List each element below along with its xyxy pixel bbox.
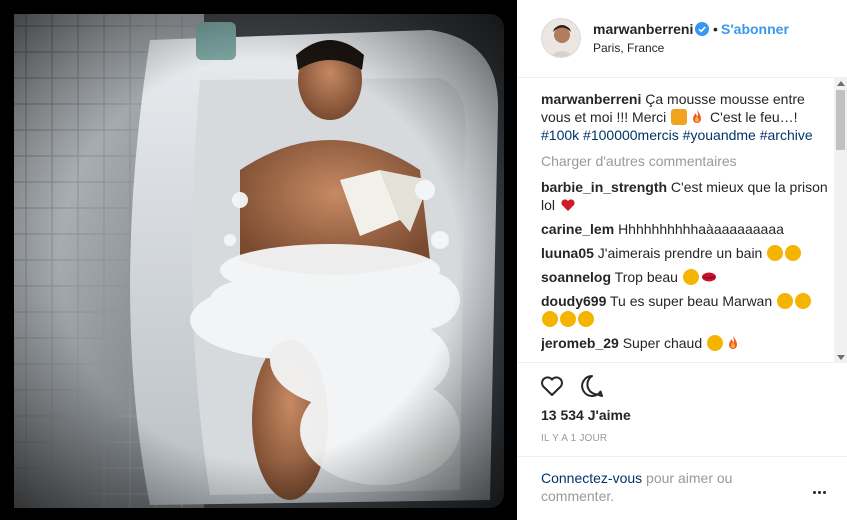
post-timestamp[interactable]: IL Y A 1 JOUR	[541, 433, 607, 444]
comment-username[interactable]: doudy699	[541, 293, 606, 309]
post-actions: 13 534 J'aime IL Y A 1 JOUR	[517, 362, 847, 462]
fire-emoji-icon	[689, 109, 705, 125]
comment-bubble-icon[interactable]	[579, 373, 605, 399]
heart-eyes-emoji-icon	[542, 311, 558, 327]
post-header: marwanberreni • S'abonner Paris, France	[517, 0, 847, 78]
hashtag[interactable]: #100000mercis	[583, 127, 679, 143]
post-photo[interactable]	[0, 0, 517, 520]
comment-text: Super chaud	[622, 335, 703, 351]
kiss-emoji-icon	[682, 269, 699, 285]
login-link[interactable]: Connectez-vous	[541, 470, 642, 486]
yum-emoji-icon	[785, 245, 802, 261]
instagram-post: marwanberreni • S'abonner Paris, France …	[0, 0, 847, 520]
caption: marwanberreni Ça mousse mousse entre vou…	[541, 90, 831, 144]
lips-emoji-icon	[701, 269, 717, 285]
likes-count[interactable]: 13 534 J'aime	[541, 407, 631, 423]
header-separator: •	[713, 21, 718, 37]
sweat-smile-emoji-icon	[767, 245, 784, 261]
comment-item: luuna05 J'aimerais prendre un bain	[541, 244, 831, 262]
comment-text: J'aimerais prendre un bain	[597, 245, 763, 261]
scroll-up-arrow-icon[interactable]	[837, 81, 845, 86]
comment-username[interactable]: carine_lem	[541, 221, 614, 237]
heart-eyes-emoji-icon	[777, 293, 794, 309]
verified-badge-icon	[695, 22, 709, 36]
more-options-icon[interactable]	[813, 481, 829, 494]
bathtub-photo	[0, 0, 517, 520]
comments-scrollbar[interactable]	[834, 78, 847, 363]
comment-text: Tu es super beau Marwan	[610, 293, 773, 309]
post-footer: Connectez-vous pour aimer ou commenter.	[517, 456, 847, 520]
fire-emoji-icon	[725, 335, 741, 351]
post-location[interactable]: Paris, France	[593, 41, 664, 55]
follow-button[interactable]: S'abonner	[721, 21, 789, 37]
hashtag[interactable]: #youandme	[683, 127, 756, 143]
comment-text: Hhhhhhhhhhaàaaaaaaaaa	[618, 221, 784, 237]
heart-outline-icon[interactable]	[539, 373, 565, 399]
login-prompt: Connectez-vous pour aimer ou commenter.	[541, 469, 791, 505]
comments-list: marwanberreni Ça mousse mousse entre vou…	[541, 90, 831, 362]
post-side-panel: marwanberreni • S'abonner Paris, France …	[517, 0, 847, 520]
heart-emoji-icon	[560, 197, 576, 213]
comment-item: soannelog Trop beau	[541, 268, 831, 286]
yum-emoji-icon	[707, 335, 724, 351]
heart-eyes-emoji-icon	[795, 293, 812, 309]
comment-username[interactable]: soannelog	[541, 269, 611, 285]
hashtag[interactable]: #100k	[541, 127, 579, 143]
heart-eyes-emoji-icon	[560, 311, 576, 327]
caption-username[interactable]: marwanberreni	[541, 91, 641, 107]
header-username[interactable]: marwanberreni	[593, 21, 693, 37]
comment-item: jeromeb_29 Super chaud	[541, 334, 831, 352]
raised-hands-emoji-icon	[671, 109, 688, 125]
comment-item: doudy699 Tu es super beau Marwan	[541, 292, 831, 328]
scrollbar-thumb[interactable]	[836, 90, 845, 150]
heart-eyes-emoji-icon	[578, 311, 594, 327]
scroll-down-arrow-icon[interactable]	[837, 355, 845, 360]
hashtag[interactable]: #archive	[760, 127, 813, 143]
comment-username[interactable]: barbie_in_strength	[541, 179, 667, 195]
comment-item: carine_lem Hhhhhhhhhhaàaaaaaaaaa	[541, 220, 831, 238]
load-more-comments-button[interactable]: Charger d'autres commentaires	[541, 152, 831, 170]
comment-item: barbie_in_strength C'est mieux que la pr…	[541, 178, 831, 214]
caption-text-2: C'est le feu…!	[710, 109, 798, 125]
comment-text: Trop beau	[614, 269, 678, 285]
comment-username[interactable]: jeromeb_29	[541, 335, 619, 351]
avatar[interactable]	[541, 18, 581, 58]
comment-username[interactable]: luuna05	[541, 245, 594, 261]
